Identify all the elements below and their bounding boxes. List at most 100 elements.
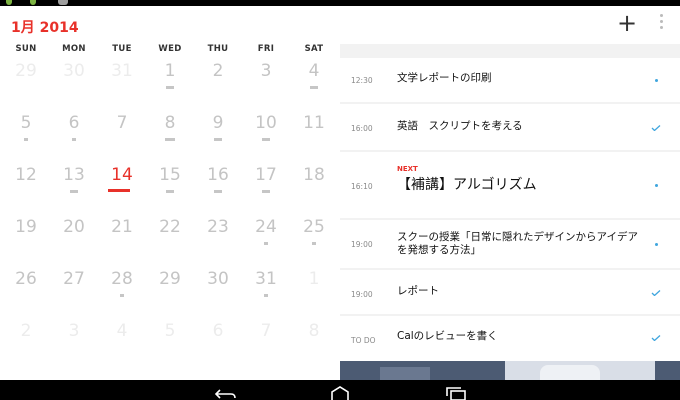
calendar-day[interactable]: 2: [2, 316, 50, 368]
back-icon[interactable]: [211, 386, 237, 400]
calendar-day[interactable]: 3: [50, 316, 98, 368]
calendar-day[interactable]: 1: [290, 264, 338, 316]
calendar-day[interactable]: 3: [242, 56, 290, 108]
calendar-day[interactable]: 26: [2, 264, 50, 316]
agenda-item[interactable]: 19:00 レポート: [340, 270, 680, 314]
home-icon[interactable]: [329, 386, 351, 400]
calendar-day[interactable]: 4: [290, 56, 338, 108]
weekday-label: TUE: [112, 44, 132, 54]
weekday-label: SAT: [304, 44, 324, 54]
header-photo: [340, 361, 680, 380]
calendar-day[interactable]: 5: [2, 108, 50, 160]
event-indicator: [310, 86, 318, 89]
today-indicator: [108, 189, 130, 192]
calendar-day[interactable]: 20: [50, 212, 98, 264]
calendar-day[interactable]: 25: [290, 212, 338, 264]
event-indicator: [72, 138, 76, 141]
check-icon: [651, 290, 661, 296]
check-icon: [651, 125, 661, 131]
status-dot-icon: [655, 184, 658, 187]
event-title: スクーの授業「日常に隠れたデザインからアイデアを発想する方法」: [397, 231, 638, 256]
event-indicator: [166, 190, 174, 193]
weekday-label: FRI: [257, 44, 275, 54]
overflow-menu-icon[interactable]: [655, 14, 667, 36]
calendar-day[interactable]: 31: [242, 264, 290, 316]
event-indicator: [24, 138, 28, 141]
month-title[interactable]: 1月 2014: [11, 17, 79, 37]
event-time: 12:30: [351, 76, 373, 85]
calendar-day[interactable]: 31: [98, 56, 146, 108]
calendar-day-today[interactable]: 14: [98, 160, 146, 212]
calendar-day[interactable]: 27: [50, 264, 98, 316]
event-indicator: [166, 86, 174, 89]
calendar-day[interactable]: 13: [50, 160, 98, 212]
calendar-day[interactable]: 18: [290, 160, 338, 212]
calendar-day[interactable]: 30: [50, 56, 98, 108]
calendar-day[interactable]: 8: [146, 108, 194, 160]
calendar-day[interactable]: 2: [194, 56, 242, 108]
event-indicator: [264, 242, 268, 245]
next-label: NEXT: [397, 165, 418, 173]
notification-icon: [6, 0, 12, 5]
calendar-day[interactable]: 29: [146, 264, 194, 316]
calendar-day[interactable]: 9: [194, 108, 242, 160]
week-row: 19 20 21 22 23 24 25: [2, 212, 338, 264]
notification-icon: [30, 0, 36, 5]
calendar-day[interactable]: 23: [194, 212, 242, 264]
calendar-day[interactable]: 28: [98, 264, 146, 316]
calendar-day[interactable]: 6: [50, 108, 98, 160]
calendar-day[interactable]: 16: [194, 160, 242, 212]
event-title: Calのレビューを書く: [397, 330, 498, 342]
calendar-day[interactable]: 30: [194, 264, 242, 316]
status-dot-icon: [655, 79, 658, 82]
calendar-day[interactable]: 11: [290, 108, 338, 160]
calendar-day[interactable]: 8: [290, 316, 338, 368]
agenda-item-next[interactable]: NEXT 16:10 【補講】アルゴリズム: [340, 152, 680, 218]
agenda-list: 12:30 文学レポートの印刷 16:00 英語 スクリプトを考える NEXT …: [340, 44, 680, 361]
event-title: 英語 スクリプトを考える: [397, 120, 523, 132]
event-indicator: [312, 242, 316, 245]
month-grid: 29 30 31 1 2 3 4 5 6 7 8 9 10 11 12 13 1…: [2, 56, 338, 368]
weekday-label: SUN: [15, 44, 37, 54]
calendar-day[interactable]: 12: [2, 160, 50, 212]
week-row: 29 30 31 1 2 3 4: [2, 56, 338, 108]
calendar-day[interactable]: 19: [2, 212, 50, 264]
event-title: 【補講】アルゴリズム: [397, 177, 537, 193]
agenda-item-todo[interactable]: TO DO Calのレビューを書く: [340, 316, 680, 361]
week-row: 12 13 14 15 16 17 18: [2, 160, 338, 212]
calendar-day[interactable]: 10: [242, 108, 290, 160]
event-title: 文学レポートの印刷: [397, 72, 492, 84]
recent-apps-icon[interactable]: [445, 386, 467, 400]
add-event-button[interactable]: +: [616, 10, 638, 36]
event-indicator: [120, 294, 124, 297]
status-bar: [0, 0, 680, 6]
calendar-day[interactable]: 7: [98, 108, 146, 160]
calendar-day[interactable]: 4: [98, 316, 146, 368]
weekday-label: WED: [158, 44, 182, 54]
event-indicator: [70, 190, 78, 193]
agenda-item[interactable]: 12:30 文学レポートの印刷: [340, 58, 680, 102]
weekday-label: THU: [207, 44, 229, 54]
calendar-day[interactable]: 1: [146, 56, 194, 108]
event-indicator: [262, 190, 270, 193]
calendar-day[interactable]: 6: [194, 316, 242, 368]
calendar-day[interactable]: 22: [146, 212, 194, 264]
event-indicator: [214, 190, 222, 193]
calendar-day[interactable]: 29: [2, 56, 50, 108]
calendar-day[interactable]: 21: [98, 212, 146, 264]
calendar-day[interactable]: 5: [146, 316, 194, 368]
week-row: 2 3 4 5 6 7 8: [2, 316, 338, 368]
notification-icon: [58, 0, 68, 5]
week-row: 5 6 7 8 9 10 11: [2, 108, 338, 160]
week-row: 26 27 28 29 30 31 1: [2, 264, 338, 316]
calendar-day[interactable]: 15: [146, 160, 194, 212]
navigation-bar: [0, 380, 680, 400]
event-time: 16:00: [351, 124, 373, 133]
agenda-item[interactable]: 16:00 英語 スクリプトを考える: [340, 104, 680, 150]
calendar-day[interactable]: 24: [242, 212, 290, 264]
event-indicator: [214, 138, 222, 141]
agenda-item[interactable]: 19:00 スクーの授業「日常に隠れたデザインからアイデアを発想する方法」: [340, 220, 680, 268]
calendar-day[interactable]: 7: [242, 316, 290, 368]
calendar-day[interactable]: 17: [242, 160, 290, 212]
status-dot-icon: [655, 243, 658, 246]
